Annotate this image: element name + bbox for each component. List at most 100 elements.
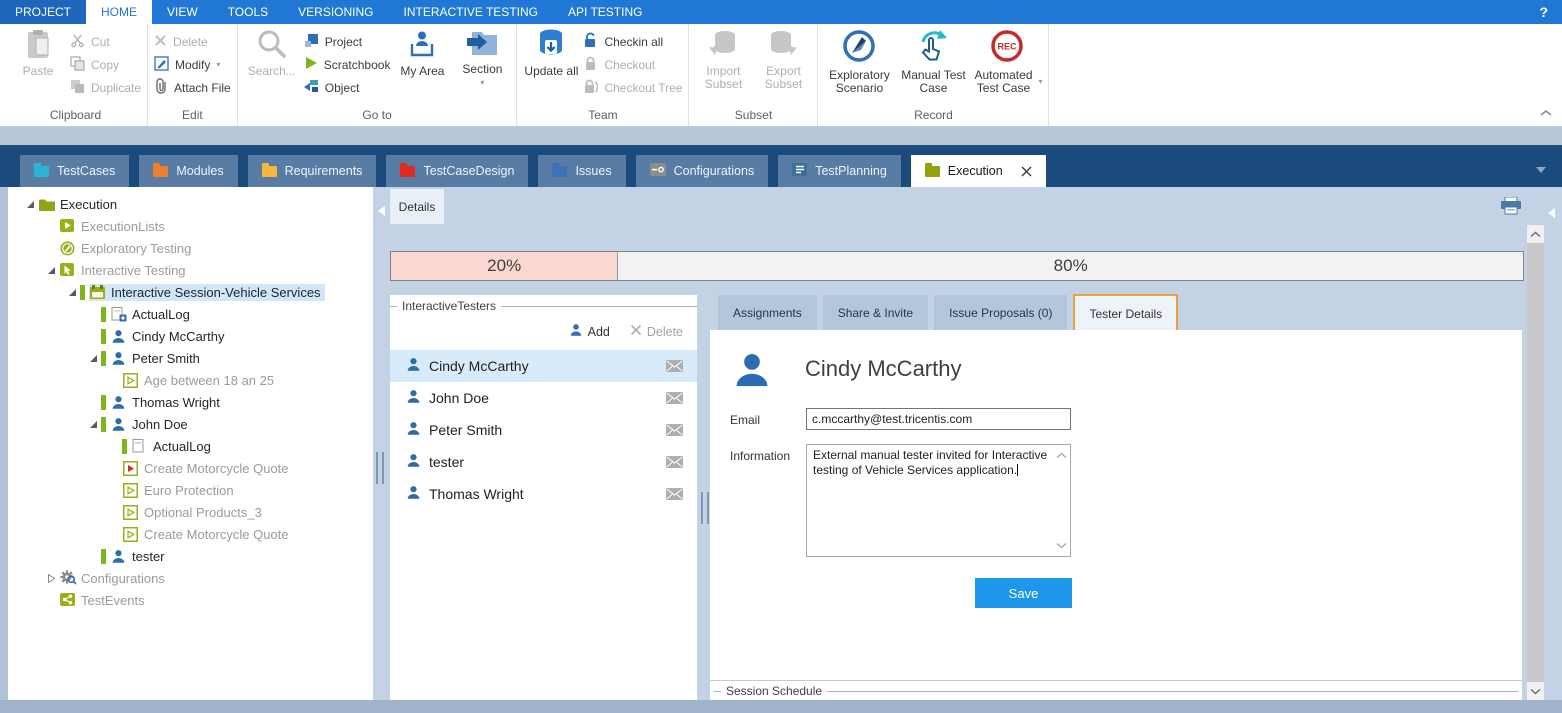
duplicate-button[interactable]: Duplicate (70, 78, 141, 97)
envelope-icon[interactable] (666, 360, 683, 372)
ribbon-collapse-icon[interactable] (1540, 104, 1552, 122)
tree-item-tester[interactable]: tester (8, 545, 373, 567)
update-all-button[interactable]: Update all (523, 24, 579, 78)
automated-test-case-button[interactable]: REC Automated Test Case▾ (972, 24, 1042, 95)
workspace-tab-requirements[interactable]: Requirements (248, 155, 377, 187)
tree-item-cindy-mccarthy[interactable]: Cindy McCarthy (8, 325, 373, 347)
tree-item-exploratory-testing[interactable]: Exploratory Testing (8, 237, 373, 259)
manual-test-case-button[interactable]: Manual Test Case (898, 24, 968, 95)
delete-tester-button[interactable]: Delete (630, 324, 683, 339)
scroll-down-icon[interactable] (1527, 682, 1544, 700)
attach-file-button[interactable]: Attach File (154, 78, 231, 97)
scroll-up-icon[interactable] (1527, 225, 1544, 243)
tree-item-interactive-session-vehicle-services[interactable]: Interactive Session-Vehicle Services (8, 281, 373, 303)
expander-open-icon[interactable] (43, 266, 59, 275)
modify-button[interactable]: Modify ▾ (154, 55, 231, 74)
workspace-tab-testplanning[interactable]: TestPlanning (778, 155, 901, 187)
print-icon[interactable] (1500, 197, 1522, 220)
tree-item-optional-products-3[interactable]: Optional Products_3 (8, 501, 373, 523)
import-subset-button[interactable]: Import Subset (695, 24, 751, 91)
expander-open-icon[interactable] (64, 288, 80, 297)
workspace-tab-configurations[interactable]: Configurations (636, 155, 769, 187)
tree-item-age-between-18-an-25[interactable]: Age between 18 an 25 (8, 369, 373, 391)
section-dropdown-icon[interactable]: ▾ (480, 79, 484, 87)
goto-project-button[interactable]: Project (304, 32, 391, 51)
envelope-icon[interactable] (666, 488, 683, 500)
information-field[interactable]: External manual tester invited for Inter… (806, 444, 1071, 557)
expander-closed-icon[interactable] (43, 574, 59, 583)
checkout-tree-button[interactable]: Checkout Tree (583, 78, 682, 97)
tree-item-create-motorcycle-quote[interactable]: Create Motorcycle Quote (8, 523, 373, 545)
tree-item-peter-smith[interactable]: Peter Smith (8, 347, 373, 369)
textarea-scroll-down-icon[interactable] (1056, 538, 1067, 553)
copy-button[interactable]: Copy (70, 55, 141, 74)
automated-dropdown-icon[interactable]: ▾ (1038, 78, 1042, 86)
tree-item-testevents[interactable]: TestEvents (8, 589, 373, 611)
panel-splitter-grip[interactable] (701, 492, 709, 524)
checkin-all-button[interactable]: Checkin all (583, 32, 682, 51)
menu-interactive-testing[interactable]: INTERACTIVE TESTING (389, 0, 553, 24)
menu-tools[interactable]: TOOLS (213, 0, 283, 24)
exploratory-scenario-button[interactable]: Exploratory Scenario (824, 24, 894, 95)
save-button[interactable]: Save (975, 578, 1072, 608)
tester-row-cindy-mccarthy[interactable]: Cindy McCarthy (390, 350, 697, 382)
add-tester-button[interactable]: Add (569, 323, 610, 340)
my-area-button[interactable]: My Area (394, 24, 450, 78)
menu-versioning[interactable]: VERSIONING (283, 0, 388, 24)
menu-api-testing[interactable]: API TESTING (553, 0, 657, 24)
cut-button[interactable]: Cut (70, 32, 141, 51)
pane-collapse-arrow-icon[interactable] (1548, 208, 1555, 218)
envelope-icon[interactable] (666, 392, 683, 404)
expander-open-icon[interactable] (85, 354, 101, 363)
delete-button[interactable]: Delete (154, 32, 231, 51)
tree-item-john-doe[interactable]: John Doe (8, 413, 373, 435)
tester-row-peter-smith[interactable]: Peter Smith (390, 414, 697, 446)
tab-share-invite[interactable]: Share & Invite (823, 295, 928, 330)
envelope-icon[interactable] (666, 424, 683, 436)
textarea-scroll-up-icon[interactable] (1056, 448, 1067, 463)
export-subset-button[interactable]: Export Subset (755, 24, 811, 91)
paste-button[interactable]: Paste (10, 24, 66, 78)
menu-view[interactable]: VIEW (152, 0, 213, 24)
tab-issue-proposals-0[interactable]: Issue Proposals (0) (934, 295, 1067, 330)
tree-item-actuallog[interactable]: ActualLog (8, 303, 373, 325)
tree-item-thomas-wright[interactable]: Thomas Wright (8, 391, 373, 413)
scrollbar-track[interactable] (1527, 243, 1544, 682)
tester-row-john-doe[interactable]: John Doe (390, 382, 697, 414)
tree-item-euro-protection[interactable]: Euro Protection (8, 479, 373, 501)
vertical-scrollbar[interactable] (1527, 225, 1544, 700)
tree-item-configurations[interactable]: Configurations (8, 567, 373, 589)
tree-item-executionlists[interactable]: ExecutionLists (8, 215, 373, 237)
details-subtab[interactable]: Details (390, 189, 444, 224)
expander-open-icon[interactable] (22, 200, 38, 209)
modify-dropdown-icon[interactable]: ▾ (216, 61, 220, 69)
goto-scratchbook-button[interactable]: Scratchbook (304, 55, 391, 74)
goto-object-button[interactable]: Object (304, 78, 391, 97)
workspace-tab-issues[interactable]: Issues (538, 155, 625, 187)
workspace-tab-execution[interactable]: Execution (911, 155, 1046, 187)
help-button[interactable]: ? (1539, 0, 1548, 24)
tree-item-interactive-testing[interactable]: Interactive Testing (8, 259, 373, 281)
tree-item-create-motorcycle-quote[interactable]: Create Motorcycle Quote (8, 457, 373, 479)
tree-item-execution[interactable]: Execution (8, 193, 373, 215)
section-button[interactable]: Section ▾ (454, 24, 510, 87)
expander-open-icon[interactable] (85, 420, 101, 429)
email-field[interactable] (806, 408, 1071, 430)
close-tab-icon[interactable] (1021, 166, 1032, 177)
tree-splitter-grip[interactable] (376, 452, 384, 484)
workspace-tab-testcasedesign[interactable]: TestCaseDesign (386, 155, 528, 187)
envelope-icon[interactable] (666, 456, 683, 468)
tab-tester-details[interactable]: Tester Details (1073, 294, 1178, 334)
tester-row-thomas-wright[interactable]: Thomas Wright (390, 478, 697, 510)
tab-assignments[interactable]: Assignments (718, 295, 817, 330)
tree-collapse-arrow-icon[interactable] (378, 206, 385, 216)
tree-item-actuallog[interactable]: ActualLog (8, 435, 373, 457)
search-button[interactable]: Search... (244, 24, 300, 78)
tabstrip-dropdown-icon[interactable] (1536, 160, 1546, 178)
menu-project[interactable]: PROJECT (0, 0, 86, 24)
workspace-tab-testcases[interactable]: TestCases (20, 155, 129, 187)
checkout-button[interactable]: Checkout (583, 55, 682, 74)
tester-row-tester[interactable]: tester (390, 446, 697, 478)
menu-home[interactable]: HOME (86, 0, 152, 24)
workspace-tab-modules[interactable]: Modules (139, 155, 237, 187)
